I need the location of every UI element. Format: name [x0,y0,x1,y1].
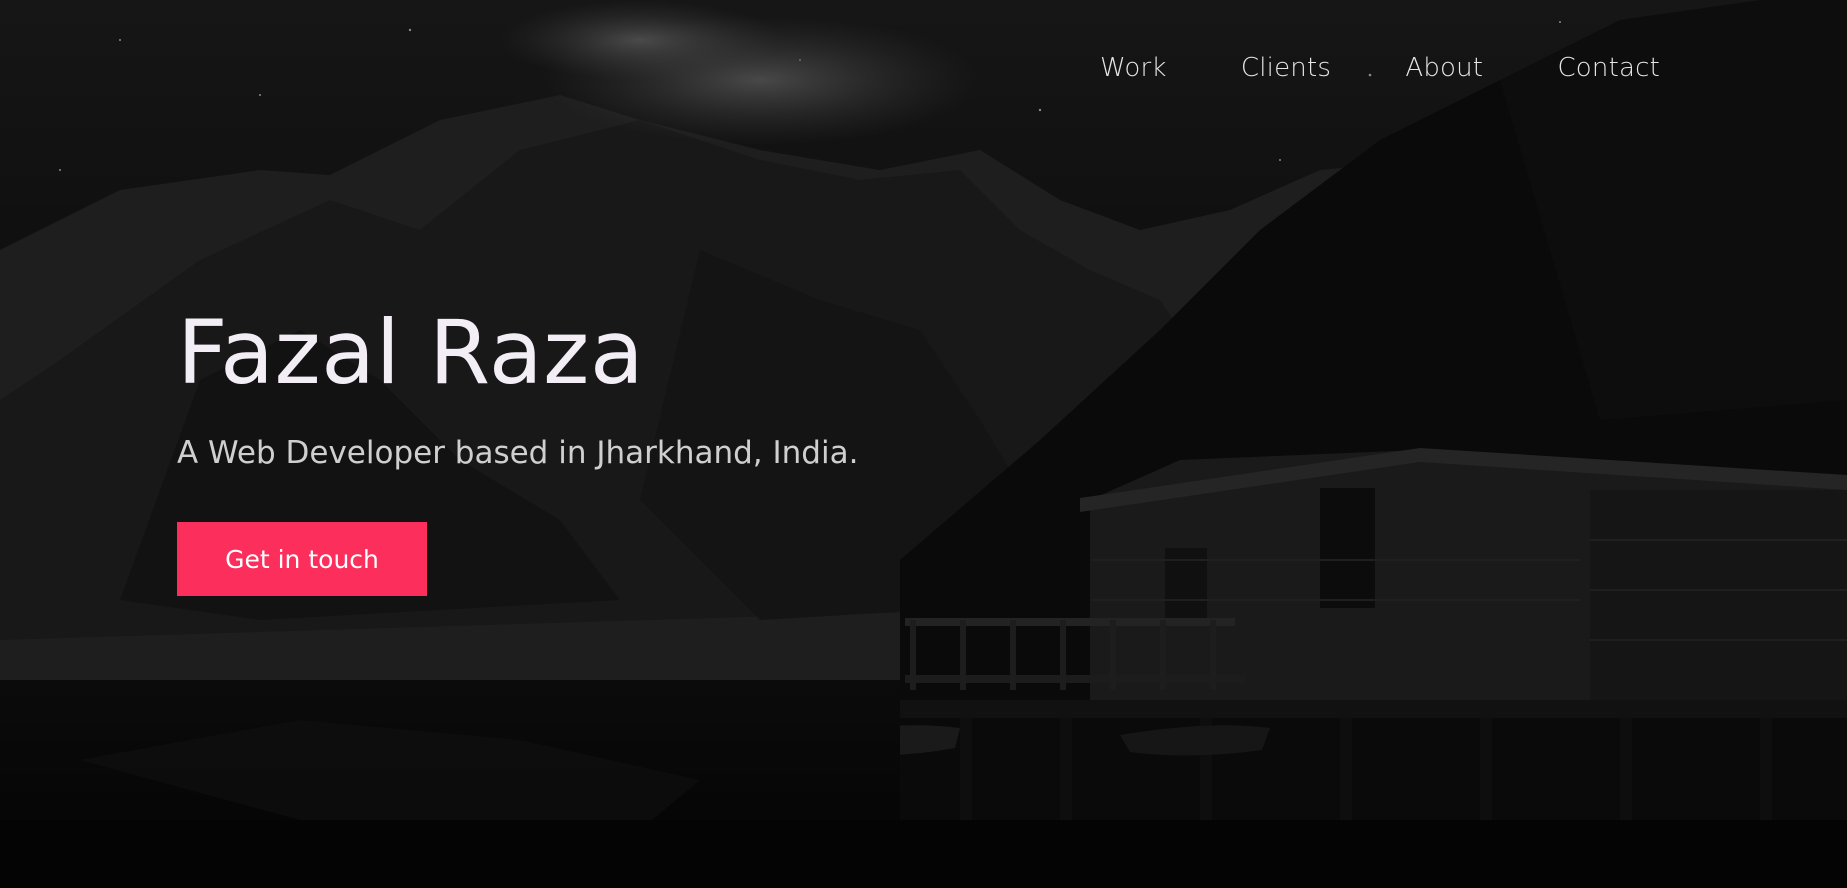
hero-content: Fazal Raza A Web Developer based in Jhar… [177,298,858,596]
nav-link-about[interactable]: About [1405,53,1483,83]
nav-link-clients[interactable]: Clients [1241,53,1331,83]
hero-title: Fazal Raza [177,301,645,404]
hero-section: Work Clients About Contact Fazal Raza A … [0,0,1847,888]
hero-subtitle: A Web Developer based in Jharkhand, Indi… [177,435,859,471]
main-nav: Work Clients About Contact [1100,48,1660,88]
get-in-touch-button[interactable]: Get in touch [177,522,427,596]
nav-link-work[interactable]: Work [1100,53,1167,83]
nav-link-contact[interactable]: Contact [1557,53,1660,83]
